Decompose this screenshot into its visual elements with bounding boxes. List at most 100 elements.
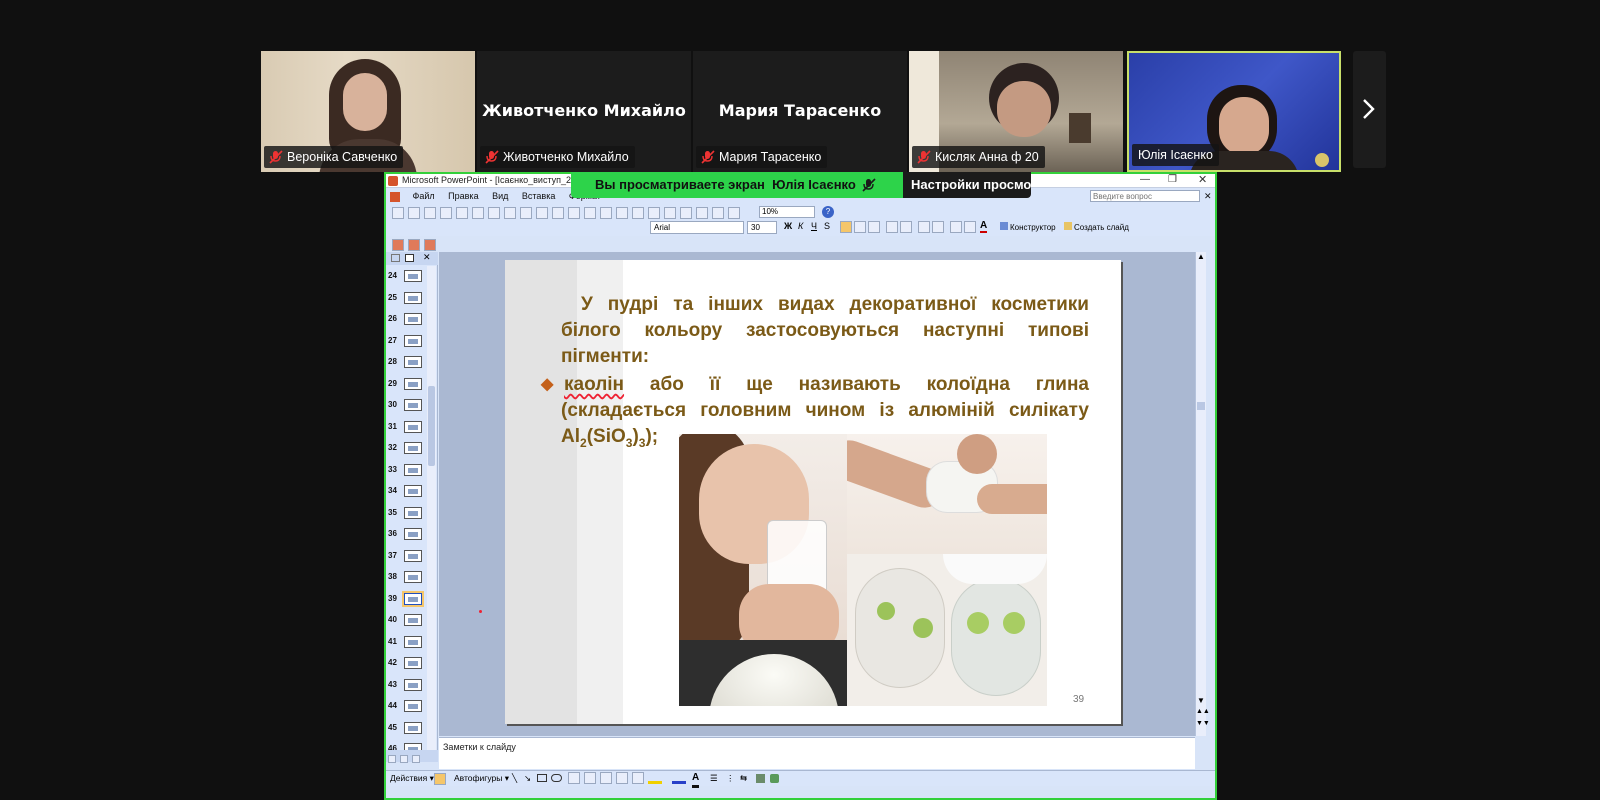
research-icon[interactable]: [504, 206, 516, 219]
slide-toolbar-icon[interactable]: [408, 238, 420, 251]
prev-slide-icon[interactable]: ▲▲: [1196, 708, 1210, 715]
shadow-button[interactable]: S: [824, 221, 830, 231]
chart-icon[interactable]: [616, 206, 628, 219]
table-icon[interactable]: [632, 206, 644, 219]
editor-vertical-scrollbar[interactable]: ▲ ▼ ▲▲ ▼▼: [1195, 252, 1210, 736]
font-select[interactable]: Arial: [650, 221, 744, 234]
new-icon[interactable]: [392, 206, 404, 219]
slide-thumbnail[interactable]: 45: [386, 718, 426, 740]
sorter-view-icon[interactable]: [400, 754, 408, 763]
underline-button[interactable]: Ч: [811, 221, 817, 231]
select-objects-icon[interactable]: [434, 773, 446, 785]
open-icon[interactable]: [408, 206, 420, 219]
print-icon[interactable]: [456, 206, 468, 219]
decrease-font-icon[interactable]: [932, 221, 944, 233]
redo-icon[interactable]: [600, 206, 612, 219]
normal-view-icon[interactable]: [388, 754, 396, 763]
minimize-button[interactable]: —: [1140, 174, 1150, 185]
slides-tab-icon[interactable]: [405, 254, 414, 262]
arrow-icon[interactable]: ↘: [524, 771, 531, 786]
undo-icon[interactable]: [584, 206, 596, 219]
next-page-button[interactable]: [1353, 51, 1386, 168]
slide-thumbnail[interactable]: 31: [386, 417, 426, 439]
designer-button[interactable]: Конструктор: [1000, 222, 1056, 232]
bullets-icon[interactable]: [900, 221, 912, 233]
actions-menu[interactable]: Действия ▾: [390, 771, 434, 786]
3d-style-icon[interactable]: [770, 774, 779, 783]
spelling-icon[interactable]: [488, 206, 500, 219]
slide-thumbnail[interactable]: 44: [386, 696, 426, 718]
font-color-icon[interactable]: A: [692, 770, 700, 788]
line-color-icon[interactable]: [672, 772, 686, 784]
menu-item-view[interactable]: Вид: [492, 191, 508, 201]
arrow-style-icon[interactable]: ⇆: [740, 771, 747, 786]
restore-button[interactable]: ❐: [1168, 174, 1177, 185]
zoom-select[interactable]: 10%: [759, 206, 815, 218]
increase-indent-icon[interactable]: [964, 221, 976, 233]
slide-thumbnail[interactable]: 28: [386, 352, 426, 374]
color-grayscale-icon[interactable]: [728, 206, 740, 219]
expand-icon[interactable]: [680, 206, 692, 219]
align-right-icon[interactable]: [868, 221, 880, 233]
save-icon[interactable]: [424, 206, 436, 219]
participant-tile-active-speaker[interactable]: Юлія Ісаєнко: [1127, 51, 1341, 172]
align-center-icon[interactable]: [854, 221, 866, 233]
help-icon[interactable]: ?: [822, 206, 834, 218]
scroll-down-icon[interactable]: ▼: [1197, 696, 1205, 705]
format-painter-icon[interactable]: [568, 206, 580, 219]
increase-font-icon[interactable]: [918, 221, 930, 233]
slide-thumbnail[interactable]: 46: [386, 739, 426, 750]
menu-item-edit[interactable]: Правка: [448, 191, 478, 201]
bold-button[interactable]: Ж: [784, 221, 792, 231]
scrollbar-thumb[interactable]: [1197, 402, 1205, 410]
pane-close-icon[interactable]: ✕: [423, 252, 431, 263]
insert-picture-icon[interactable]: [664, 206, 676, 219]
cut-icon[interactable]: [520, 206, 532, 219]
slide-thumbnail[interactable]: 41: [386, 632, 426, 654]
slide-toolbar-icon[interactable]: [392, 238, 404, 251]
permission-icon[interactable]: [440, 206, 452, 219]
ask-question-input[interactable]: [1090, 190, 1200, 202]
numbering-icon[interactable]: [886, 221, 898, 233]
slide-thumbnail[interactable]: 30: [386, 395, 426, 417]
slide-thumbnail[interactable]: 38: [386, 567, 426, 589]
tables-borders-icon[interactable]: [648, 206, 660, 219]
slide-thumbnail[interactable]: 26: [386, 309, 426, 331]
scrollbar-thumb[interactable]: [428, 386, 435, 466]
align-left-icon[interactable]: [840, 221, 852, 233]
view-options-button[interactable]: Настройки просмотра: [903, 172, 1031, 198]
slide-thumbnail[interactable]: 27: [386, 331, 426, 353]
slideshow-icon[interactable]: [412, 754, 420, 763]
copy-icon[interactable]: [536, 206, 548, 219]
slide-thumbnail[interactable]: 29: [386, 374, 426, 396]
rectangle-icon[interactable]: [537, 774, 547, 782]
slide-thumbnail[interactable]: 40: [386, 610, 426, 632]
slide-toolbar-icon[interactable]: [424, 238, 436, 251]
textbox-icon[interactable]: [568, 772, 580, 784]
dash-style-icon[interactable]: ⋮: [726, 771, 735, 786]
clipart-icon[interactable]: [616, 772, 628, 784]
wordart-icon[interactable]: [584, 772, 596, 784]
decrease-indent-icon[interactable]: [950, 221, 962, 233]
grid-icon[interactable]: [712, 206, 724, 219]
close-button[interactable]: ✕: [1198, 174, 1207, 186]
new-slide-button[interactable]: Создать слайд: [1064, 222, 1129, 232]
slide-thumbnail[interactable]: 34: [386, 481, 426, 503]
font-size-select[interactable]: 30: [747, 221, 777, 234]
shadow-style-icon[interactable]: [756, 774, 765, 783]
slides-pane-scrollbar[interactable]: [427, 266, 436, 750]
slide-thumbnail[interactable]: 39: [386, 589, 426, 611]
scroll-up-icon[interactable]: ▲: [1197, 252, 1205, 261]
participant-tile[interactable]: Вероніка Савченко: [261, 51, 475, 172]
slide-thumbnail[interactable]: 43: [386, 675, 426, 697]
italic-button[interactable]: К: [798, 221, 803, 231]
menu-item-file[interactable]: Файл: [413, 191, 435, 201]
slide-thumbnail[interactable]: 36: [386, 524, 426, 546]
participant-tile[interactable]: Животченко Михайло Животченко Михайло: [477, 51, 691, 172]
line-style-icon[interactable]: ☰: [710, 771, 718, 786]
menu-item-insert[interactable]: Вставка: [522, 191, 555, 201]
slide-thumbnail[interactable]: 24: [386, 266, 426, 288]
oval-icon[interactable]: [551, 774, 562, 782]
show-formatting-icon[interactable]: [696, 206, 708, 219]
doc-close-button[interactable]: ✕: [1204, 188, 1212, 204]
